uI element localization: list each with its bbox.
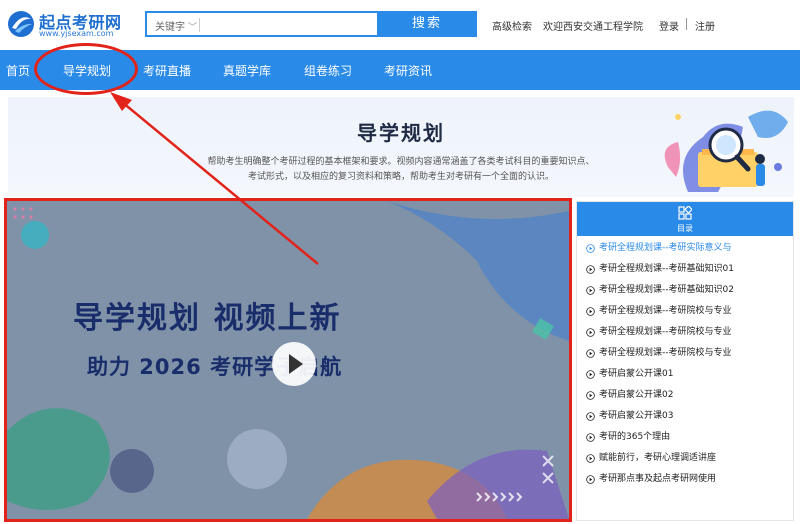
video-player[interactable]: 导学规划 视频上新 助力 2026 考研学子启航	[4, 198, 572, 522]
play-circle-icon	[586, 307, 595, 316]
catalog-item[interactable]: 考研全程规划课--考研基础知识01	[577, 259, 793, 280]
nav-item-live[interactable]: 考研直播	[143, 62, 191, 79]
welcome-text: 欢迎西安交通工程学院	[543, 22, 643, 33]
search-input[interactable]	[203, 15, 373, 33]
play-circle-icon	[586, 370, 595, 379]
catalog-item-label: 考研启蒙公开课01	[599, 369, 674, 379]
play-circle-icon	[586, 265, 595, 274]
video-headline: 导学规划 视频上新	[73, 301, 342, 336]
catalog-item-label: 考研那点事及起点考研网使用	[599, 474, 717, 484]
search-type-select[interactable]: 关键字 ﹀	[155, 18, 197, 33]
play-circle-icon	[586, 349, 595, 358]
chevron-down-icon: ﹀	[188, 23, 198, 33]
catalog-item-label: 考研全程规划课--考研院校与专业	[599, 348, 732, 358]
catalog-item-label: 考研全程规划课--考研基础知识01	[599, 264, 734, 274]
catalog-list: 考研全程规划课--考研实际意义与 考研全程规划课--考研基础知识01 考研全程规…	[577, 238, 793, 490]
nav-item-question-bank[interactable]: 真题学库	[223, 62, 271, 79]
catalog-item[interactable]: 考研启蒙公开课02	[577, 385, 793, 406]
catalog-item[interactable]: 考研全程规划课--考研实际意义与	[577, 238, 793, 259]
nav-item-news[interactable]: 考研资讯	[384, 62, 432, 79]
catalog-title: 目录	[677, 224, 693, 233]
catalog-item-label: 考研全程规划课--考研院校与专业	[599, 306, 732, 316]
play-circle-icon	[586, 412, 595, 421]
play-circle-icon	[586, 433, 595, 442]
play-circle-icon	[586, 454, 595, 463]
catalog-item[interactable]: 赋能前行，考研心理调适讲座	[577, 448, 793, 469]
catalog-item[interactable]: 考研全程规划课--考研院校与专业	[577, 322, 793, 343]
catalog-header: 目录	[577, 202, 793, 236]
register-link[interactable]: 注册	[695, 18, 715, 33]
header-separator	[686, 18, 687, 30]
page-root: 起点考研网 www.yjsexam.com 关键字 ﹀ 搜索 高级检索 欢迎西安交…	[0, 0, 800, 524]
header: 起点考研网 www.yjsexam.com 关键字 ﹀ 搜索 高级检索 欢迎西安交…	[0, 0, 800, 50]
logo-mark-icon	[8, 11, 34, 37]
catalog-item-label: 考研全程规划课--考研院校与专业	[599, 327, 732, 337]
play-circle-icon	[586, 475, 595, 484]
catalog-item[interactable]: 考研全程规划课--考研基础知识02	[577, 280, 793, 301]
catalog-item-label: 赋能前行，考研心理调适讲座	[599, 453, 717, 463]
login-link[interactable]: 登录	[659, 18, 679, 33]
catalog-item[interactable]: 考研全程规划课--考研院校与专业	[577, 301, 793, 322]
search-type-label: 关键字	[155, 22, 185, 33]
catalog-item[interactable]: 考研启蒙公开课01	[577, 364, 793, 385]
catalog-grid-icon	[678, 206, 692, 220]
catalog-item[interactable]: 考研全程规划课--考研院校与专业	[577, 343, 793, 364]
play-circle-icon	[586, 286, 595, 295]
search-box: 关键字 ﹀	[145, 11, 377, 37]
banner-illustration	[664, 110, 788, 192]
catalog-item[interactable]: 考研启蒙公开课03	[577, 406, 793, 427]
catalog-item-label: 考研的365个理由	[599, 432, 671, 442]
catalog-item[interactable]: 考研那点事及起点考研网使用	[577, 469, 793, 490]
search-divider	[199, 18, 200, 32]
catalog-panel: 目录 考研全程规划课--考研实际意义与 考研全程规划课--考研基础知识01 考研…	[576, 201, 794, 521]
play-button[interactable]	[272, 342, 316, 386]
catalog-item-label: 考研启蒙公开课02	[599, 390, 674, 400]
annotation-ellipse	[34, 43, 138, 95]
play-circle-icon	[586, 244, 595, 253]
site-logo[interactable]: 起点考研网 www.yjsexam.com	[6, 7, 121, 43]
nav-item-practice[interactable]: 组卷练习	[304, 62, 352, 79]
catalog-item[interactable]: 考研的365个理由	[577, 427, 793, 448]
play-circle-icon	[586, 391, 595, 400]
catalog-item-label: 考研启蒙公开课03	[599, 411, 674, 421]
nav-item-home[interactable]: 首页	[6, 62, 30, 79]
advanced-search-link[interactable]: 高级检索	[492, 18, 532, 33]
catalog-item-label: 考研全程规划课--考研基础知识02	[599, 285, 734, 295]
search-button[interactable]: 搜索	[377, 11, 477, 37]
catalog-item-label: 考研全程规划课--考研实际意义与	[599, 243, 732, 253]
play-circle-icon	[586, 328, 595, 337]
logo-url: www.yjsexam.com	[39, 29, 114, 38]
intro-banner: 导学规划 帮助考生明确整个考研过程的基本框架和要求。视频内容通常涵盖了各类考试科…	[8, 97, 794, 197]
